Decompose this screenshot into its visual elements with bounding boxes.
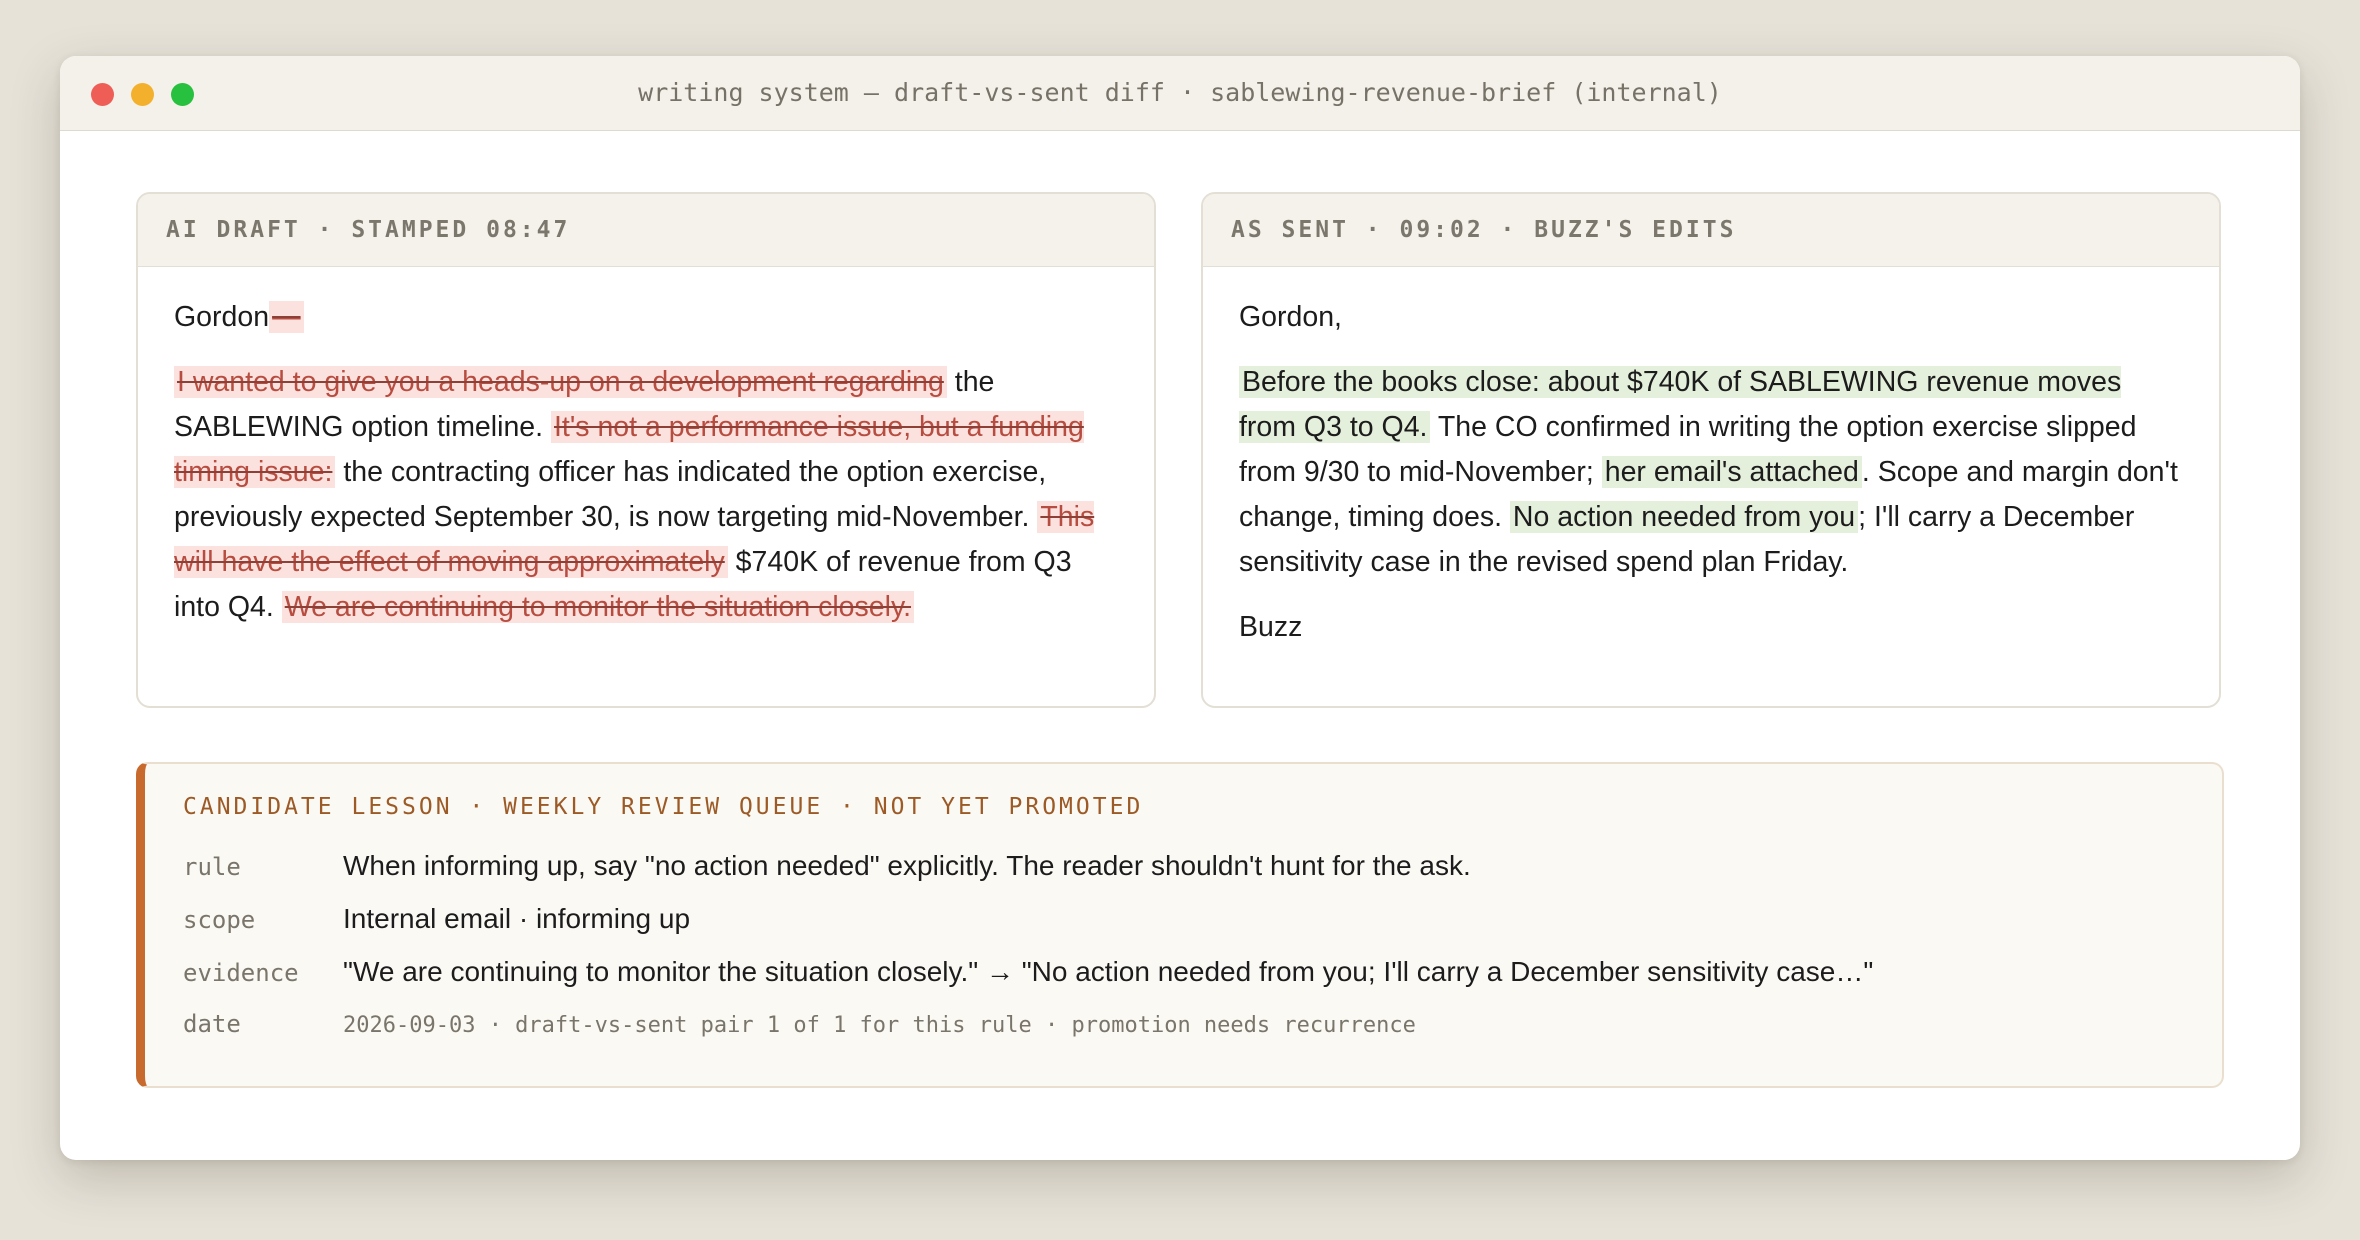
- draft-greeting: Gordon: [174, 301, 270, 333]
- lesson-row-rule: rule When informing up, say "no action n…: [183, 850, 2192, 882]
- lesson-row-scope: scope Internal email · informing up: [183, 903, 2192, 935]
- candidate-lesson-card: CANDIDATE LESSON · WEEKLY REVIEW QUEUE ·…: [136, 762, 2224, 1088]
- draft-paragraph: I wanted to give you a heads-up on a dev…: [174, 360, 1118, 630]
- lesson-date-label: date: [183, 1010, 241, 1038]
- sent-panel-body: Gordon, Before the books close: about $7…: [1203, 267, 2219, 650]
- draft-greeting-line: Gordon —: [174, 295, 1118, 340]
- draft-deleted-segment: We are continuing to monitor the situati…: [281, 591, 915, 623]
- title-bar: writing system — draft-vs-sent diff · sa…: [60, 56, 2300, 131]
- draft-deleted-segment: I wanted to give you a heads-up on a dev…: [174, 366, 947, 398]
- sent-signoff: Buzz: [1239, 611, 1303, 643]
- draft-panel-body: Gordon — I wanted to give you a heads-up …: [138, 267, 1154, 630]
- window-title: writing system — draft-vs-sent diff · sa…: [638, 78, 1722, 107]
- sent-paragraph: Before the books close: about $740K of S…: [1239, 360, 2183, 585]
- lesson-rule-value: When informing up, say "no action needed…: [343, 850, 1471, 881]
- sent-greeting: Gordon,: [1239, 301, 1342, 333]
- sent-inserted-segment: her email's attached: [1601, 456, 1862, 488]
- sent-panel: AS SENT · 09:02 · BUZZ'S EDITS Gordon, B…: [1201, 192, 2221, 708]
- lesson-date-value: 2026-09-03 · draft-vs-sent pair 1 of 1 f…: [343, 1013, 1416, 1038]
- draft-panel-header: AI DRAFT · STAMPED 08:47: [138, 194, 1154, 267]
- lesson-scope-value: Internal email · informing up: [343, 903, 691, 934]
- sent-inserted-segment: No action needed from you: [1509, 501, 1859, 533]
- draft-greeting-deleted: —: [269, 301, 304, 333]
- draft-panel: AI DRAFT · STAMPED 08:47 Gordon — I wante…: [136, 192, 1156, 708]
- lesson-scope-label: scope: [183, 906, 256, 934]
- app-window: writing system — draft-vs-sent diff · sa…: [60, 56, 2300, 1160]
- sent-panel-header: AS SENT · 09:02 · BUZZ'S EDITS: [1203, 194, 2219, 267]
- lesson-rule-label: rule: [183, 853, 241, 881]
- lesson-evidence-label: evidence: [183, 959, 299, 987]
- lesson-row-date: date 2026-09-03 · draft-vs-sent pair 1 o…: [183, 1010, 2192, 1038]
- lesson-evidence-value: "We are continuing to monitor the situat…: [343, 956, 1874, 987]
- lesson-header: CANDIDATE LESSON · WEEKLY REVIEW QUEUE ·…: [183, 794, 1144, 820]
- lesson-row-evidence: evidence "We are continuing to monitor t…: [183, 956, 2192, 988]
